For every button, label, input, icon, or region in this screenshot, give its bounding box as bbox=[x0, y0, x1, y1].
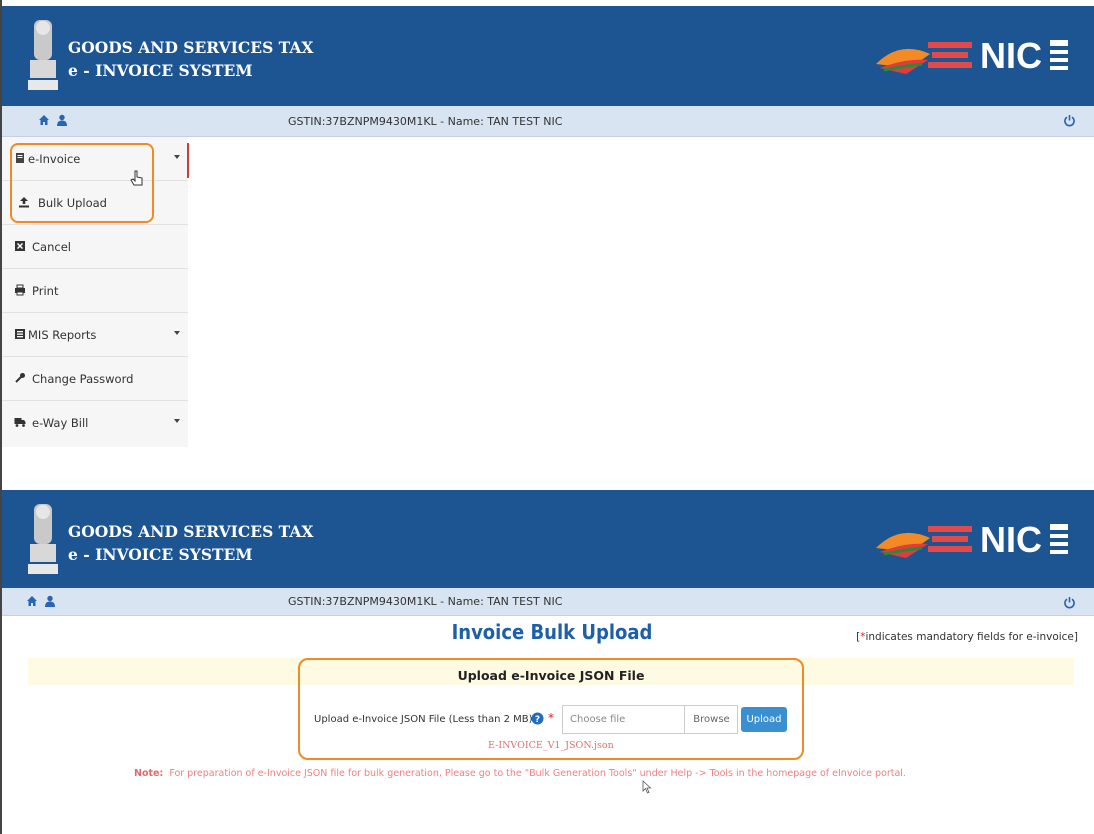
emblem-icon bbox=[28, 20, 58, 90]
file-field-label: Upload e-Invoice JSON File (Less than 2 … bbox=[314, 714, 536, 725]
sidebar-item-label: Cancel bbox=[32, 240, 71, 254]
top-bar: GSTIN:37BZNPM9430M1KL - Name: TAN TEST N… bbox=[2, 588, 1094, 616]
svg-text:NIC: NIC bbox=[980, 519, 1042, 560]
emblem-icon bbox=[28, 504, 58, 574]
key-icon bbox=[15, 373, 25, 383]
top-bar: GSTIN:37BZNPM9430M1KL - Name: TAN TEST N… bbox=[2, 106, 1094, 137]
sidebar-item-mis-reports[interactable]: MIS Reports bbox=[2, 313, 188, 357]
power-icon[interactable] bbox=[1063, 114, 1076, 127]
sidebar-item-cancel[interactable]: Cancel bbox=[2, 225, 188, 269]
help-icon[interactable]: ? bbox=[531, 712, 544, 725]
mandatory-text: indicates mandatory fields for e-invoice… bbox=[865, 631, 1078, 643]
browse-button[interactable]: Browse bbox=[684, 705, 738, 734]
header-title-line2: e - INVOICE SYSTEM bbox=[68, 61, 253, 80]
header-title-line1: GOODS AND SERVICES TAX bbox=[68, 38, 314, 57]
report-icon bbox=[15, 329, 25, 339]
bulk-upload-screenshot: GOODS AND SERVICES TAX e - INVOICE SYSTE… bbox=[0, 490, 1094, 834]
power-icon[interactable] bbox=[1063, 596, 1076, 609]
sidebar-item-label: e-Way Bill bbox=[32, 416, 89, 430]
note-body: For preparation of e-Invoice JSON file f… bbox=[169, 768, 906, 779]
sample-json-link[interactable]: E-INVOICE_V1_JSON.json bbox=[488, 740, 614, 751]
gstin-name-text: GSTIN:37BZNPM9430M1KL - Name: TAN TEST N… bbox=[288, 595, 563, 608]
azadi-logo-icon bbox=[876, 42, 972, 74]
header: GOODS AND SERVICES TAX e - INVOICE SYSTE… bbox=[2, 6, 1094, 106]
user-icon[interactable] bbox=[56, 114, 68, 126]
user-icon[interactable] bbox=[44, 595, 56, 607]
chevron-down-icon bbox=[174, 155, 180, 159]
file-input-placeholder: Choose file bbox=[570, 714, 626, 725]
required-star: * bbox=[548, 711, 554, 725]
sidebar-item-print[interactable]: Print bbox=[2, 269, 188, 313]
active-indicator bbox=[187, 143, 189, 178]
truck-icon bbox=[14, 418, 26, 427]
header-title-line1: GOODS AND SERVICES TAX bbox=[68, 522, 314, 541]
note-label: Note: bbox=[134, 768, 164, 779]
hand-cursor-icon bbox=[130, 170, 143, 186]
header: GOODS AND SERVICES TAX e - INVOICE SYSTE… bbox=[2, 490, 1094, 588]
svg-text:?: ? bbox=[535, 715, 540, 725]
header-title-line2: e - INVOICE SYSTEM bbox=[68, 545, 253, 564]
nic-logo-icon: NIC bbox=[980, 519, 1068, 560]
sidebar-item-label: Print bbox=[32, 284, 59, 298]
gstin-name-text: GSTIN:37BZNPM9430M1KL - Name: TAN TEST N… bbox=[288, 115, 563, 128]
menu-screenshot: GOODS AND SERVICES TAX e - INVOICE SYSTE… bbox=[0, 0, 1094, 490]
section-title: Upload e-Invoice JSON File bbox=[457, 668, 645, 683]
svg-text:NIC: NIC bbox=[980, 35, 1042, 76]
print-icon bbox=[15, 284, 25, 296]
pointer-cursor-icon bbox=[642, 780, 652, 794]
mandatory-note: [*indicates mandatory fields for e-invoi… bbox=[856, 631, 1078, 643]
chevron-down-icon bbox=[174, 331, 180, 335]
cancel-icon bbox=[15, 241, 25, 251]
sidebar-item-change-password[interactable]: Change Password bbox=[2, 357, 188, 401]
chevron-down-icon bbox=[174, 419, 180, 423]
home-icon[interactable] bbox=[38, 114, 50, 126]
sidebar-item-label: MIS Reports bbox=[28, 328, 97, 342]
sidebar-item-e-way-bill[interactable]: e-Way Bill bbox=[2, 401, 188, 445]
upload-button[interactable]: Upload bbox=[741, 707, 787, 732]
azadi-logo-icon bbox=[876, 526, 972, 558]
note-text: Note: For preparation of e-Invoice JSON … bbox=[134, 768, 906, 779]
sidebar-item-label: Change Password bbox=[32, 372, 134, 386]
nic-logo-icon: NIC bbox=[980, 35, 1068, 76]
home-icon[interactable] bbox=[26, 595, 38, 607]
